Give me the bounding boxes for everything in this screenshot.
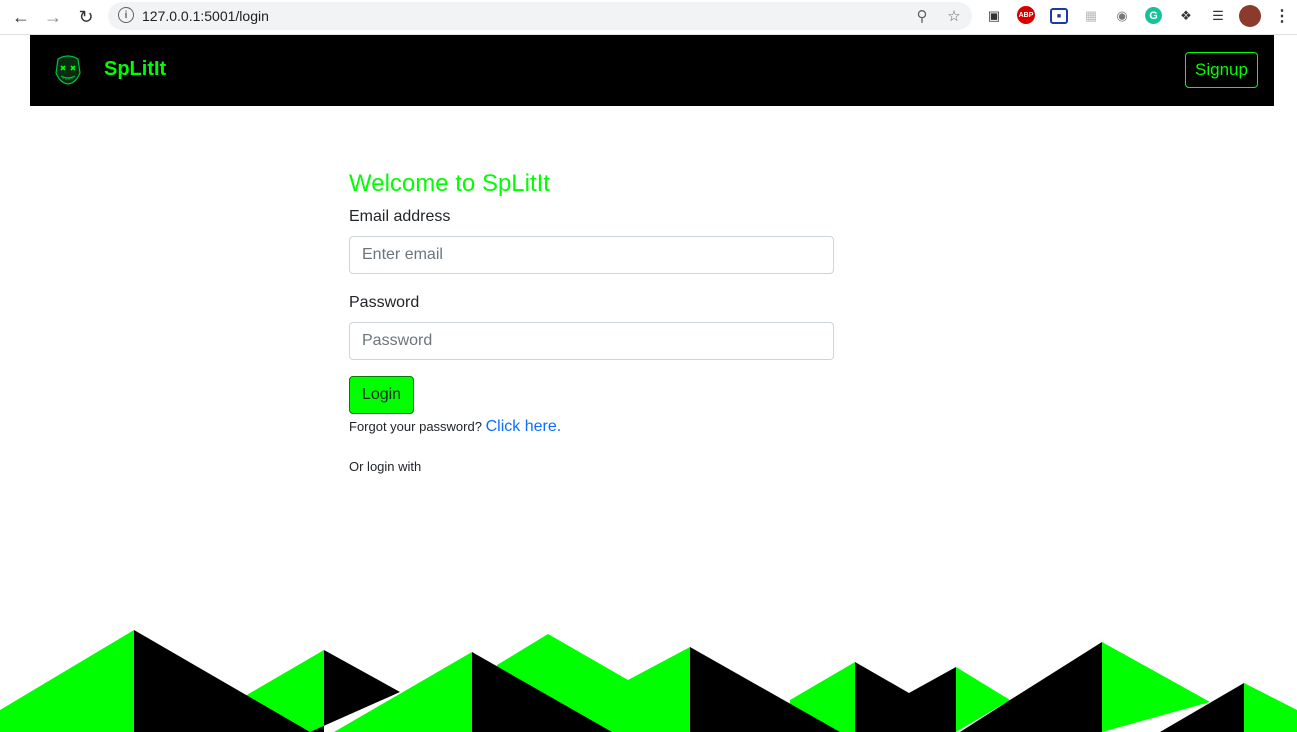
password-label: Password <box>349 294 420 311</box>
cube-extension-icon[interactable]: ▣ <box>984 6 1004 26</box>
menu-icon[interactable]: ⋮ <box>1272 6 1292 26</box>
email-field[interactable] <box>349 236 834 274</box>
grammarly-icon[interactable]: G <box>1145 7 1162 24</box>
adblock-icon[interactable]: ABP <box>1017 6 1035 24</box>
extensions-icon[interactable]: ❖ <box>1176 6 1196 26</box>
forward-arrow-icon[interactable]: → <box>41 5 65 29</box>
url-text[interactable]: 127.0.0.1:5001/login <box>142 8 269 24</box>
password-field[interactable] <box>349 322 834 360</box>
page-title: Welcome to SpLitIt <box>349 170 550 197</box>
forgot-password-link[interactable]: Click here. <box>486 418 562 435</box>
star-icon[interactable]: ☆ <box>944 6 964 26</box>
avatar[interactable] <box>1239 5 1261 27</box>
decorative-mountains <box>0 630 1297 732</box>
browser-toolbar: ← → ↻ i 127.0.0.1:5001/login ⚲ ☆ ▣ ABP ■… <box>0 0 1297 35</box>
camera-icon[interactable]: ◉ <box>1112 6 1132 26</box>
playlist-icon[interactable]: ☰ <box>1208 6 1228 26</box>
skull-logo-icon[interactable] <box>54 55 82 85</box>
info-icon[interactable]: i <box>118 7 134 23</box>
reload-icon[interactable]: ↻ <box>74 5 98 29</box>
grid-extension-icon[interactable]: ▦ <box>1081 6 1101 26</box>
email-label: Email address <box>349 208 451 225</box>
key-icon[interactable]: ⚲ <box>912 6 932 26</box>
site-navbar: SpLitIt Signup <box>30 35 1274 106</box>
address-bar[interactable]: i 127.0.0.1:5001/login ⚲ ☆ <box>108 2 972 30</box>
forgot-password-label: Forgot your password? <box>349 419 482 434</box>
back-arrow-icon[interactable]: ← <box>9 5 33 29</box>
forgot-password-text: Forgot your password? Click here. <box>349 418 561 436</box>
screen-extension-icon[interactable]: ■ <box>1050 8 1068 24</box>
brand-name[interactable]: SpLitIt <box>104 58 166 81</box>
or-login-with-text: Or login with <box>349 459 422 474</box>
signup-button[interactable]: Signup <box>1185 52 1258 88</box>
login-button[interactable]: Login <box>349 376 414 414</box>
